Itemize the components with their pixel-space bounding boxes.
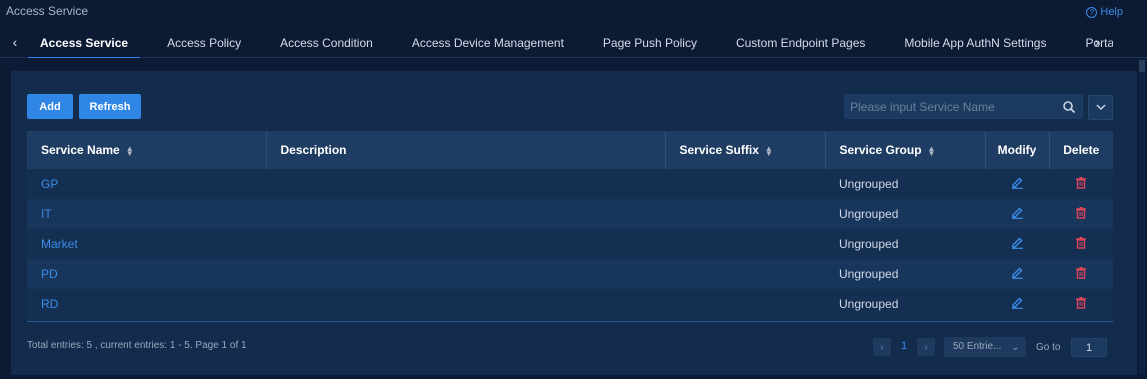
cell-service-suffix	[665, 289, 825, 319]
cell-service-suffix	[665, 169, 825, 199]
chevron-left-icon[interactable]: ‹	[7, 34, 23, 50]
cell-delete	[1049, 229, 1113, 259]
edit-icon[interactable]	[1011, 206, 1024, 219]
table-row: PD Ungrouped	[27, 259, 1113, 289]
cell-service-name: RD	[27, 289, 266, 319]
cell-service-name: Market	[27, 229, 266, 259]
goto-label: Go to	[1036, 342, 1061, 353]
header-service-group[interactable]: Service Group ▲ ▼	[825, 131, 986, 169]
tab-page-push-policy[interactable]: Page Push Policy	[591, 28, 709, 58]
tab-access-condition[interactable]: Access Condition	[268, 28, 385, 58]
service-name-link[interactable]: PD	[41, 267, 58, 281]
tab-mobile-app-authn-settings[interactable]: Mobile App AuthN Settings	[892, 28, 1058, 58]
cell-description	[266, 259, 665, 289]
scrollbar-track[interactable]	[1139, 60, 1145, 375]
advanced-search-toggle[interactable]	[1088, 95, 1113, 120]
chevron-right-icon[interactable]: ›	[1089, 34, 1105, 50]
sort-icon[interactable]: ▲ ▼	[928, 144, 936, 157]
cell-service-name: GP	[27, 169, 266, 199]
cell-service-suffix	[665, 229, 825, 259]
page-title: Access Service	[6, 4, 89, 18]
cell-modify	[985, 289, 1049, 319]
service-table: Service Name ▲ ▼ Description Service Suffi…	[27, 131, 1113, 319]
trash-icon[interactable]	[1075, 236, 1087, 249]
search-box	[844, 94, 1083, 119]
help-label: Help	[1100, 6, 1123, 18]
edit-icon[interactable]	[1011, 266, 1024, 279]
table-row: IT Ungrouped	[27, 199, 1113, 229]
cell-service-group: Ungrouped	[839, 177, 899, 191]
chevron-down-icon	[1095, 104, 1106, 111]
tab-bar: ‹ Access Service Access Policy Access Cond…	[0, 28, 1147, 58]
table-divider	[27, 321, 1113, 322]
table-row: RD Ungrouped	[27, 289, 1113, 319]
edit-icon[interactable]	[1011, 296, 1024, 309]
cell-service-group: Ungrouped	[839, 297, 899, 311]
add-button[interactable]: Add	[27, 94, 73, 119]
cell-description	[266, 229, 665, 259]
sort-icon[interactable]: ▲ ▼	[765, 144, 773, 157]
header-delete: Delete	[1063, 143, 1100, 157]
cell-delete	[1049, 199, 1113, 229]
tab-custom-endpoint-pages[interactable]: Custom Endpoint Pages	[724, 28, 877, 58]
search-input[interactable]	[845, 95, 1055, 118]
trash-icon[interactable]	[1075, 206, 1087, 219]
pagination-summary: Total entries: 5 , current entries: 1 - …	[27, 340, 247, 351]
next-page-button[interactable]: ›	[917, 338, 935, 356]
page-number-1[interactable]: 1	[901, 340, 907, 352]
cell-delete	[1049, 289, 1113, 319]
cell-service-name: IT	[27, 199, 266, 229]
edit-icon[interactable]	[1011, 236, 1024, 249]
cell-service-suffix	[665, 259, 825, 289]
header-service-suffix[interactable]: Service Suffix ▲ ▼	[665, 131, 826, 169]
table-header: Service Name ▲ ▼ Description Service Suffi…	[27, 131, 1113, 169]
search-icon[interactable]	[1062, 100, 1076, 114]
cell-description	[266, 289, 665, 319]
help-icon: ?	[1086, 6, 1098, 18]
cell-modify	[985, 259, 1049, 289]
cell-service-suffix	[665, 199, 825, 229]
cell-service-name: PD	[27, 259, 266, 289]
goto-page-input[interactable]	[1071, 338, 1107, 357]
cell-modify	[985, 229, 1049, 259]
cell-modify	[985, 199, 1049, 229]
cell-delete	[1049, 169, 1113, 199]
tab-access-service[interactable]: Access Service	[28, 28, 141, 58]
trash-icon[interactable]	[1075, 296, 1087, 309]
service-name-link[interactable]: IT	[41, 207, 52, 221]
scrollbar-thumb[interactable]	[1139, 60, 1145, 72]
title-bar: Access Service ? Help	[0, 0, 1147, 24]
cell-description	[266, 199, 665, 229]
refresh-button[interactable]: Refresh	[79, 94, 141, 119]
cell-service-group: Ungrouped	[839, 237, 899, 251]
cell-service-group: Ungrouped	[839, 267, 899, 281]
cell-service-group: Ungrouped	[839, 207, 899, 221]
table-row: Market Ungrouped	[27, 229, 1113, 259]
prev-page-button[interactable]: ‹	[873, 338, 891, 356]
tab-access-device-management[interactable]: Access Device Management	[400, 28, 576, 58]
entries-per-page-select[interactable]: 50 Entrie... ⌄	[944, 337, 1026, 357]
edit-icon[interactable]	[1011, 176, 1024, 189]
tab-access-policy[interactable]: Access Policy	[155, 28, 253, 58]
cell-description	[266, 169, 665, 199]
tab-list: Access Service Access Policy Access Condit…	[28, 28, 1113, 58]
sort-icon[interactable]: ▲ ▼	[126, 144, 134, 157]
trash-icon[interactable]	[1075, 176, 1087, 189]
header-description: Description	[266, 131, 666, 169]
header-modify: Modify	[985, 131, 1050, 169]
trash-icon[interactable]	[1075, 266, 1087, 279]
chevron-down-icon: ⌄	[1011, 342, 1019, 352]
service-name-link[interactable]: RD	[41, 297, 58, 311]
cell-delete	[1049, 259, 1113, 289]
cell-modify	[985, 169, 1049, 199]
help-link[interactable]: ? Help	[1086, 6, 1123, 18]
table-row: GP Ungrouped	[27, 169, 1113, 199]
main-panel: Add Refresh Service Name▲▼ Description S…	[11, 71, 1137, 375]
service-name-link[interactable]: GP	[41, 177, 58, 191]
service-name-link[interactable]: Market	[41, 237, 78, 251]
header-service-name[interactable]: Service Name ▲ ▼	[27, 131, 267, 169]
